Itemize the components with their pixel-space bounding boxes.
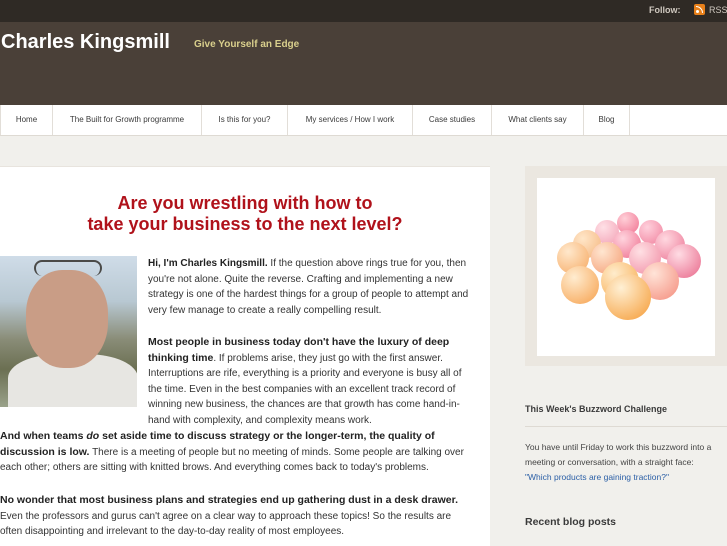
plans-bold: No wonder that most business plans and s… <box>0 494 459 506</box>
nav-item-blog[interactable]: Blog <box>584 105 630 135</box>
nav-item-home[interactable]: Home <box>0 105 53 135</box>
discussion-bold-em: do <box>86 430 100 442</box>
paragraph-plans: No wonder that most business plans and s… <box>0 493 472 540</box>
discussion-bold-a: And when teams <box>0 430 87 442</box>
rss-link[interactable]: RSS <box>709 5 727 15</box>
site-tagline: Give Yourself an Edge <box>194 39 300 50</box>
plans-text: Even the professors and gurus can't agre… <box>0 510 452 538</box>
buzzword-text: You have until Friday to work this buzzw… <box>525 442 712 467</box>
feature-image <box>537 178 715 356</box>
nav-item-is-this-for-you[interactable]: Is this for you? <box>202 105 288 135</box>
buzzword-widget-title: This Week's Buzzword Challenge <box>525 404 668 414</box>
site-title[interactable]: Charles Kingsmill <box>1 31 170 54</box>
headline-line-1: Are you wrestling with how to <box>117 193 373 213</box>
buzzword-link[interactable]: "Which products are gaining traction?" <box>525 470 725 485</box>
buzzword-widget-body: You have until Friday to work this buzzw… <box>525 440 725 485</box>
nav-item-testimonials[interactable]: What clients say <box>492 105 584 135</box>
recent-posts-title: Recent blog posts <box>525 516 617 528</box>
intro-bold: Hi, I'm Charles Kingsmill. <box>148 258 268 269</box>
page-headline: Are you wrestling with how to take your … <box>0 193 490 235</box>
follow-label: Follow: <box>649 5 681 15</box>
paragraph-discussion: And when teams do set aside time to disc… <box>0 429 472 476</box>
portrait-photo <box>0 256 137 407</box>
sidebar-divider <box>525 426 727 427</box>
headline-line-2: take your business to the next level? <box>87 214 403 234</box>
nav-item-case-studies[interactable]: Case studies <box>413 105 492 135</box>
intro-paragraph: Hi, I'm Charles Kingsmill. If the questi… <box>148 256 472 318</box>
main-nav: Home The Built for Growth programme Is t… <box>0 105 727 136</box>
top-bar: Follow: RSS <box>0 0 727 22</box>
nav-item-services[interactable]: My services / How I work <box>288 105 413 135</box>
paragraph-deep-thinking: Most people in business today don't have… <box>148 335 472 429</box>
nav-item-built-for-growth[interactable]: The Built for Growth programme <box>53 105 202 135</box>
rss-icon[interactable] <box>694 4 705 15</box>
